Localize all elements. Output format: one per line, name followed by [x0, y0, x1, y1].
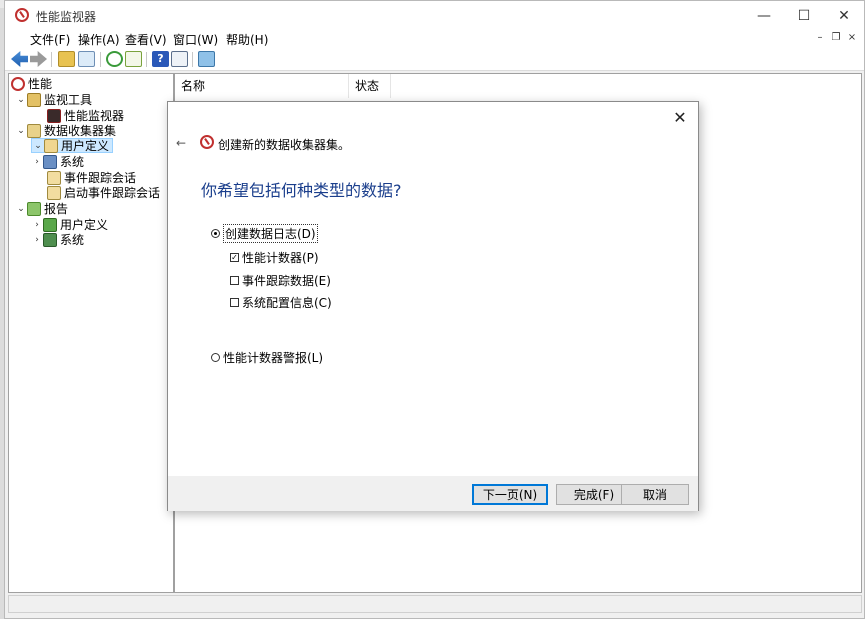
cancel-button[interactable]: 取消 — [621, 484, 689, 505]
tree-item-label: 监视工具 — [44, 93, 93, 107]
radio-label: 创建数据日志(D) — [223, 224, 318, 243]
tree-item-reports-system[interactable]: › 系统 — [31, 232, 84, 247]
folder-up-icon[interactable] — [58, 51, 75, 67]
column-header-name[interactable]: 名称 — [175, 74, 349, 98]
help-icon[interactable]: ? — [152, 51, 169, 67]
user-defined-icon — [44, 138, 58, 153]
reports-icon — [27, 201, 41, 216]
maximize-icon[interactable]: ☐ — [784, 1, 824, 30]
menu-view[interactable]: 查看(V) — [125, 31, 167, 48]
checkbox-label: 性能计数器(P) — [242, 251, 319, 265]
performance-icon — [200, 135, 214, 149]
create-collector-set-dialog: ✕ ← 创建新的数据收集器集。 你希望包括何种类型的数据? 创建数据日志(D) … — [167, 101, 699, 511]
radio-create-data-log[interactable]: 创建数据日志(D) — [211, 224, 318, 243]
show-hide-tree-icon[interactable] — [78, 51, 95, 67]
tree-item-performance[interactable]: 性能 — [11, 76, 52, 91]
column-header-status[interactable]: 状态 — [349, 74, 391, 98]
radio-button[interactable] — [211, 229, 220, 238]
performance-monitor-icon — [15, 8, 29, 22]
tree-item-event-trace-sessions[interactable]: 事件跟踪会话 — [47, 170, 136, 185]
report-user-icon — [43, 217, 57, 232]
status-bar — [8, 595, 862, 613]
mdi-controls: – ❐ × — [812, 31, 860, 45]
tree-item-reports-user-defined[interactable]: › 用户定义 — [31, 217, 108, 232]
minimize-icon[interactable]: — — [744, 1, 784, 30]
collector-sets-icon — [27, 123, 41, 138]
menu-help[interactable]: 帮助(H) — [226, 31, 268, 48]
window-title: 性能监视器 — [36, 10, 97, 24]
forward-icon[interactable] — [30, 51, 47, 67]
tree-item-reports[interactable]: ⌄ 报告 — [15, 201, 68, 216]
tree-item-data-collector-sets[interactable]: ⌄ 数据收集器集 — [15, 123, 116, 138]
checkbox-unchecked[interactable] — [230, 298, 239, 307]
checkbox-label: 事件跟踪数据(E) — [242, 274, 331, 288]
toolbar-separator — [146, 52, 147, 67]
properties-icon[interactable] — [171, 51, 188, 67]
toolbar: ? — [5, 48, 864, 71]
startup-trace-icon — [47, 185, 61, 200]
tree-item-system[interactable]: › 系统 — [31, 154, 84, 169]
toolbar-separator — [192, 52, 193, 67]
tree-item-label: 系统 — [60, 155, 85, 169]
refresh-icon[interactable] — [106, 51, 123, 67]
tree-item-label: 系统 — [60, 233, 85, 247]
menu-file[interactable]: 文件(F) — [30, 31, 70, 48]
mdi-close-icon[interactable]: × — [844, 31, 860, 45]
checkbox-system-config[interactable]: 系统配置信息(C) — [230, 294, 332, 311]
next-button[interactable]: 下一页(N) — [472, 484, 548, 505]
chevron-down-icon[interactable]: ⌄ — [15, 95, 27, 105]
menu-window[interactable]: 窗口(W) — [173, 31, 218, 48]
chevron-right-icon[interactable]: › — [31, 220, 43, 230]
chevron-down-icon[interactable]: ⌄ — [32, 141, 44, 151]
checkbox-label: 系统配置信息(C) — [242, 296, 332, 310]
dialog-title: 创建新的数据收集器集。 — [218, 138, 351, 152]
system-icon — [43, 154, 57, 169]
checkbox-performance-counter[interactable]: ✓ 性能计数器(P) — [230, 249, 319, 266]
back-arrow-icon[interactable]: ← — [176, 136, 186, 150]
back-icon[interactable] — [11, 51, 28, 67]
mdi-minimize-icon[interactable]: – — [812, 31, 828, 45]
tree-item-label: 用户定义 — [61, 139, 110, 153]
menu-action[interactable]: 操作(A) — [78, 31, 120, 48]
dialog-footer: 下一页(N) 完成(F) 取消 — [168, 476, 698, 511]
tree-item-startup-event-trace-sessions[interactable]: 启动事件跟踪会话 — [47, 185, 160, 200]
toolbar-separator — [100, 52, 101, 67]
chevron-down-icon[interactable]: ⌄ — [15, 204, 27, 214]
dialog-question: 你希望包括何种类型的数据? — [201, 181, 402, 200]
close-icon[interactable]: ✕ — [824, 1, 864, 30]
export-icon[interactable] — [125, 51, 142, 67]
navigation-tree: 性能 ⌄ 监视工具 性能监视器 ⌄ 数据收集器集 ⌄ 用户定义 › 系统 事件跟… — [8, 73, 174, 593]
mdi-restore-icon[interactable]: ❐ — [828, 31, 844, 45]
tree-item-label: 性能 — [28, 77, 53, 91]
title-bar: 性能监视器 — ☐ ✕ — [5, 1, 864, 30]
checkbox-unchecked[interactable] — [230, 276, 239, 285]
chevron-right-icon[interactable]: › — [31, 235, 43, 245]
tree-item-performance-monitor[interactable]: 性能监视器 — [47, 108, 124, 123]
event-trace-icon — [47, 170, 61, 185]
chart-icon — [47, 108, 61, 123]
radio-label: 性能计数器警报(L) — [223, 351, 324, 365]
monitoring-tools-icon — [27, 92, 41, 107]
tree-item-label: 启动事件跟踪会话 — [64, 186, 161, 200]
chevron-right-icon[interactable]: › — [31, 157, 43, 167]
radio-performance-counter-alert[interactable]: 性能计数器警报(L) — [211, 349, 323, 366]
close-icon[interactable]: ✕ — [670, 108, 690, 127]
menu-bar: 文件(F) 操作(A) 查看(V) 窗口(W) 帮助(H) – ❐ × — [5, 30, 864, 48]
report-system-icon — [43, 232, 57, 247]
performance-icon — [11, 76, 25, 91]
checkbox-checked[interactable]: ✓ — [230, 253, 239, 262]
chevron-down-icon[interactable]: ⌄ — [15, 126, 27, 136]
tree-item-label: 报告 — [44, 202, 69, 216]
radio-button[interactable] — [211, 353, 220, 362]
new-window-icon[interactable] — [198, 51, 215, 67]
checkbox-event-trace-data[interactable]: 事件跟踪数据(E) — [230, 272, 331, 289]
tree-item-monitoring-tools[interactable]: ⌄ 监视工具 — [15, 92, 92, 107]
tree-item-user-defined[interactable]: ⌄ 用户定义 — [31, 138, 113, 153]
toolbar-separator — [51, 52, 52, 67]
